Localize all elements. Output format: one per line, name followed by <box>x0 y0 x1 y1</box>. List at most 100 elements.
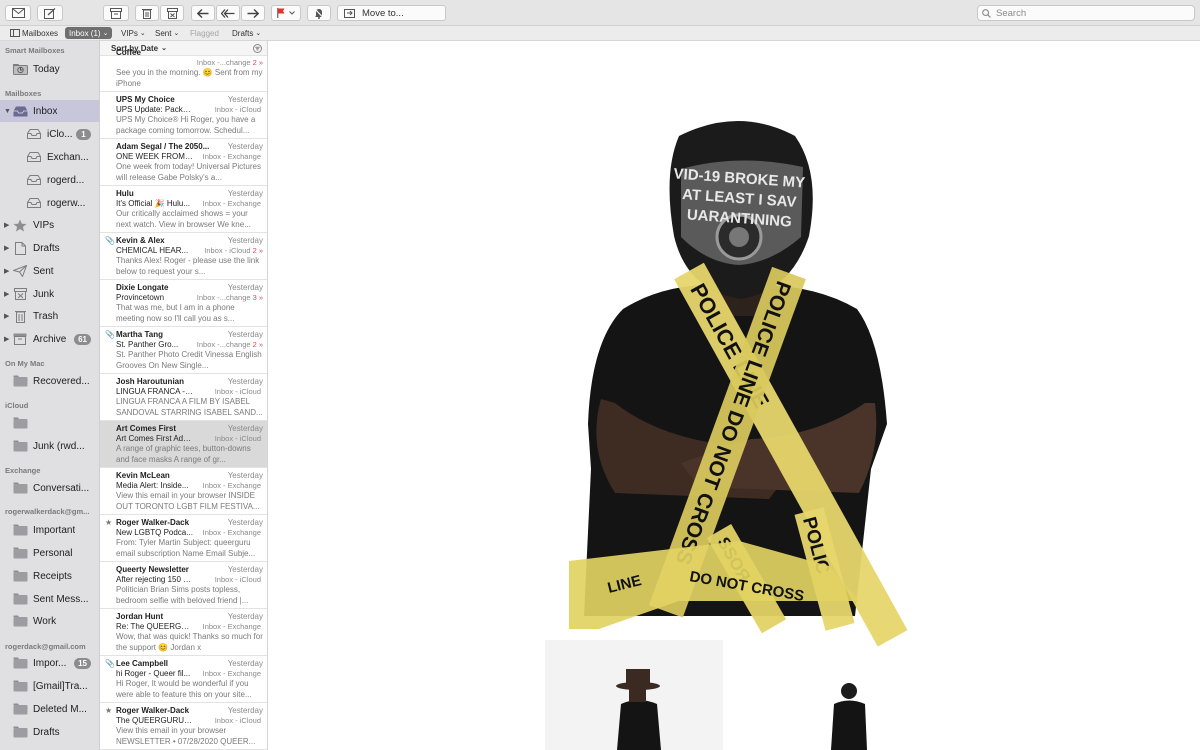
mute-button[interactable] <box>307 5 331 21</box>
message-row[interactable]: ★ Roger Walker-Dack Yesterday New LGBTQ Pod… <box>100 515 267 562</box>
message-preview: From: Tyler Martin Subject: queerguru em… <box>116 538 256 558</box>
toolbar: Move to... Search <box>0 0 1200 26</box>
sidebar-item-vips[interactable]: ▶ VIPs <box>0 214 99 236</box>
sidebar-item-trash[interactable]: ▶ Trash <box>0 305 99 327</box>
sidebar-item-label: Inbox <box>33 105 58 117</box>
message-date: Yesterday <box>227 659 263 668</box>
sidebar-item-inbox-rogerdack[interactable]: rogerd... <box>0 169 99 191</box>
sidebar-item-recovered[interactable]: Recovered... <box>0 370 99 392</box>
sidebar-item-inbox-icloud[interactable]: iClo... 1 <box>0 123 99 145</box>
section-header-on-my-mac: On My Mac <box>5 359 45 368</box>
message-row[interactable]: Jordan Hunt Yesterday Re: The QUEERGUR... I… <box>100 609 267 656</box>
sidebar-item-important2[interactable]: Impor... 15 <box>0 652 99 674</box>
message-row[interactable]: Dixie Longate Yesterday Provincetown Inbox … <box>100 280 267 327</box>
search-field[interactable]: Search <box>977 5 1195 21</box>
sidebar-item-archive[interactable]: ▶ Archive 61 <box>0 328 99 350</box>
sidebar-item-sent[interactable]: ▶ Sent <box>0 260 99 282</box>
message-row[interactable]: 📎 Martha Tang Yesterday St. Panther Gro... I… <box>100 327 267 374</box>
message-preview: LINGUA FRANCA A FILM BY ISABEL SANDOVAL … <box>116 397 263 417</box>
fav-vips-button[interactable]: VIPs ⌄ <box>117 27 150 39</box>
sidebar-item-important[interactable]: Important <box>0 519 99 541</box>
folder-icon <box>12 416 28 430</box>
sidebar-item-gmail-trash[interactable]: [Gmail]Tra... <box>0 675 99 697</box>
chevron-down-icon <box>289 11 295 15</box>
disclosure-closed-icon: ▶ <box>4 222 10 229</box>
message-subject: Re: The QUEERGUR... <box>116 622 194 631</box>
sidebar-item-icloud-folder[interactable] <box>0 412 99 434</box>
section-header-account2: rogerdack@gmail.com <box>5 642 86 651</box>
get-mail-button[interactable] <box>5 5 31 21</box>
message-row[interactable]: 📎 Lee Campbell Yesterday hi Roger - Queer f… <box>100 656 267 703</box>
message-preview: One week from today! Universal Pictures … <box>116 162 261 182</box>
reading-pane: VID-19 BROKE MY AT LEAST I SAV UARANTINI… <box>269 41 1200 750</box>
message-mailbox: Inbox -...change <box>196 293 251 302</box>
disclosure-closed-icon: ▶ <box>4 245 10 252</box>
message-date: Yesterday <box>227 565 263 574</box>
red-flag-icon <box>277 8 285 18</box>
message-row[interactable]: Josh Haroutunian Yesterday LINGUA FRANCA -… <box>100 374 267 421</box>
message-row[interactable]: Adam Segal / The 2050... Yesterday ONE WEE… <box>100 139 267 186</box>
forward-button[interactable] <box>241 5 265 21</box>
junk-box-icon <box>166 7 178 19</box>
sidebar-item-sent-messages[interactable]: Sent Mess... <box>0 588 99 610</box>
message-sender: Dixie Longate <box>116 283 169 292</box>
message-row[interactable]: UPS My Choice Yesterday UPS Update: Packag… <box>100 92 267 139</box>
message-date: Yesterday <box>227 142 263 151</box>
unread-count-badge: 15 <box>74 657 91 669</box>
fav-sent-button[interactable]: Sent ⌄ <box>151 27 183 39</box>
reply-button[interactable] <box>191 5 215 21</box>
message-row[interactable]: 📎 Kevin & Alex Yesterday CHEMICAL HEAR... In… <box>100 233 267 280</box>
disclosure-closed-icon: ▶ <box>4 291 10 298</box>
sidebar-item-receipts[interactable]: Receipts <box>0 565 99 587</box>
sidebar-item-deleted[interactable]: Deleted M... <box>0 698 99 720</box>
move-to-button[interactable]: Move to... <box>337 5 446 21</box>
fav-drafts-button[interactable]: Drafts ⌄ <box>228 27 265 39</box>
archive-button[interactable] <box>103 5 129 21</box>
message-row[interactable]: ★ Roger Walker-Dack Yesterday The QUEERGURU… <box>100 703 267 750</box>
sidebar-item-inbox-exchange[interactable]: Exchan... <box>0 146 99 168</box>
sidebar-item-drafts2[interactable]: Drafts <box>0 721 99 743</box>
message-preview: Hi Roger, It would be wonderful if you w… <box>116 679 252 699</box>
fav-inbox-button[interactable]: Inbox (1) ⌄ <box>65 27 113 39</box>
sidebar-item-inbox-rogerwalkerdack[interactable]: rogerw... <box>0 192 99 214</box>
junk-button[interactable] <box>160 5 184 21</box>
star-icon <box>12 218 28 232</box>
message-row[interactable]: Art Comes First Yesterday Art Comes First … <box>100 421 267 468</box>
folder-icon <box>12 481 28 495</box>
sidebar-item-conversation[interactable]: Conversati... <box>0 477 99 499</box>
compose-button[interactable] <box>37 5 63 21</box>
message-subject: LINGUA FRANCA - Isa... <box>116 387 194 396</box>
message-row[interactable]: Queerty Newsletter Yesterday After rejecti… <box>100 562 267 609</box>
sidebar-item-work[interactable]: Work <box>0 610 99 632</box>
message-subject: hi Roger - Queer fil... <box>116 669 191 678</box>
message-row[interactable]: Hulu Yesterday It's Official 🎉 Hulu... Inbo… <box>100 186 267 233</box>
inbox-tray-icon <box>26 150 42 164</box>
reply-all-button[interactable] <box>216 5 240 21</box>
sidebar-item-icloud-junk[interactable]: Junk (rwd... <box>0 435 99 457</box>
fav-sent-label: Sent <box>155 28 172 38</box>
message-preview: That was me, but I am in a phone meeting… <box>116 303 235 323</box>
message-subject: The QUEERGURU New... <box>116 716 194 725</box>
flag-button[interactable] <box>271 5 301 21</box>
message-mailbox: Inbox - iCloud <box>214 716 261 725</box>
fav-mailboxes-button[interactable]: Mailboxes <box>6 27 62 39</box>
message-subject: St. Panther Gro... <box>116 340 179 349</box>
sidebar-item-personal[interactable]: Personal <box>0 542 99 564</box>
delete-button[interactable] <box>135 5 159 21</box>
message-preview: View this email in your browser NEWSLETT… <box>116 726 256 746</box>
message-mailbox: Inbox - Exchange <box>202 528 261 537</box>
message-date: Yesterday <box>227 283 263 292</box>
message-sender: Lee Campbell <box>116 659 169 668</box>
sidebar-item-drafts[interactable]: ▶ Drafts <box>0 237 99 259</box>
message-sender: Hulu <box>116 189 134 198</box>
sidebar-item-today[interactable]: Today <box>0 58 99 80</box>
sidebar-item-junk[interactable]: ▶ Junk <box>0 283 99 305</box>
fav-flagged-button[interactable]: Flagged <box>186 27 223 39</box>
message-mailbox: Inbox - Exchange <box>202 199 261 208</box>
message-row[interactable]: Coffee Inbox -...change 2 » See you in the … <box>100 45 267 92</box>
inbox-tray-icon <box>26 196 42 210</box>
message-row[interactable]: Kevin McLean Yesterday Media Alert: Inside… <box>100 468 267 515</box>
favorites-bar: Mailboxes Inbox (1) ⌄ VIPs ⌄ Sent ⌄ Flag… <box>0 26 1200 41</box>
sidebar-item-inbox[interactable]: ▼ Inbox <box>0 100 99 122</box>
thread-count: 2 » <box>252 246 263 255</box>
